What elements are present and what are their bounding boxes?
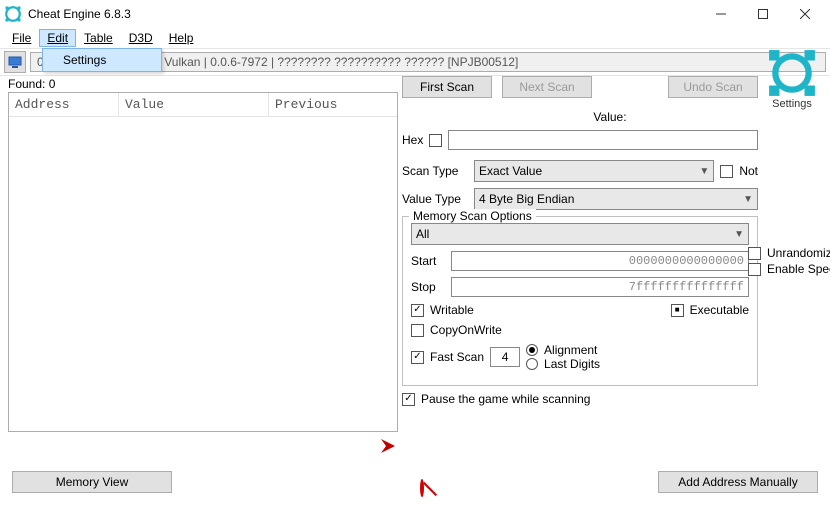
maximize-button[interactable]: [742, 0, 784, 28]
window-title: Cheat Engine 6.8.3: [28, 7, 131, 21]
speedhack-label: Enable Speedhack: [767, 262, 830, 276]
minimize-button[interactable]: [700, 0, 742, 28]
memory-scan-options-group: Memory Scan Options All▼ Start Stop Writ…: [402, 216, 758, 386]
results-table[interactable]: Address Value Previous: [8, 92, 398, 432]
fastscan-value-input[interactable]: [490, 347, 520, 367]
unrandomizer-checkbox[interactable]: [748, 247, 761, 260]
executable-label: Executable: [690, 303, 749, 317]
fastscan-checkbox[interactable]: [411, 351, 424, 364]
menu-table[interactable]: Table: [76, 29, 121, 47]
next-scan-button[interactable]: Next Scan: [502, 76, 592, 98]
chevron-down-icon: ▼: [734, 229, 744, 240]
found-count: Found: 0: [8, 76, 398, 92]
not-checkbox[interactable]: [720, 165, 733, 178]
executable-checkbox[interactable]: [671, 304, 684, 317]
writable-checkbox[interactable]: [411, 304, 424, 317]
stop-label: Stop: [411, 280, 445, 294]
memory-scan-options-label: Memory Scan Options: [409, 209, 536, 223]
chevron-down-icon: ▼: [699, 166, 709, 177]
menu-edit-settings[interactable]: Settings: [43, 49, 161, 71]
value-input[interactable]: [448, 130, 758, 150]
menu-edit[interactable]: Edit: [39, 29, 76, 47]
scan-type-select[interactable]: Exact Value▼: [474, 160, 714, 182]
alignment-label: Alignment: [544, 343, 597, 357]
unrandomizer-label: Unrandomizer: [767, 246, 830, 260]
memory-view-button[interactable]: Memory View: [12, 471, 172, 493]
not-label: Not: [739, 164, 758, 178]
col-previous[interactable]: Previous: [269, 93, 397, 116]
value-label: Value:: [593, 110, 626, 124]
menu-d3d[interactable]: D3D: [121, 29, 161, 47]
titlebar: Cheat Engine 6.8.3: [0, 0, 830, 28]
value-type-select[interactable]: 4 Byte Big Endian▼: [474, 188, 758, 210]
copyonwrite-checkbox[interactable]: [411, 324, 424, 337]
speedhack-checkbox[interactable]: [748, 263, 761, 276]
stop-input[interactable]: [451, 277, 749, 297]
memory-region-select[interactable]: All▼: [411, 223, 749, 245]
hex-label: Hex: [402, 133, 423, 147]
writable-label: Writable: [430, 303, 474, 317]
undo-scan-button[interactable]: Undo Scan: [668, 76, 758, 98]
alignment-radio[interactable]: [526, 344, 538, 356]
col-address[interactable]: Address: [9, 93, 119, 116]
start-input[interactable]: [451, 251, 749, 271]
pause-checkbox[interactable]: [402, 393, 415, 406]
fastscan-label: Fast Scan: [430, 350, 484, 364]
no-entry-icon[interactable]: [420, 479, 424, 497]
menu-help[interactable]: Help: [161, 29, 202, 47]
scan-type-label: Scan Type: [402, 164, 468, 178]
first-scan-button[interactable]: First Scan: [402, 76, 492, 98]
red-arrow-icon[interactable]: [378, 436, 398, 456]
app-icon: [4, 5, 22, 23]
pause-label: Pause the game while scanning: [421, 392, 590, 406]
edit-dropdown: Settings: [42, 48, 162, 72]
open-process-button[interactable]: [4, 51, 26, 73]
value-type-label: Value Type: [402, 192, 468, 206]
chevron-down-icon: ▼: [743, 194, 753, 205]
add-address-button[interactable]: Add Address Manually: [658, 471, 818, 493]
menu-file[interactable]: File: [4, 29, 39, 47]
menubar: File Edit Table D3D Help: [0, 28, 830, 48]
computer-icon: [8, 55, 22, 69]
copyonwrite-label: CopyOnWrite: [430, 323, 502, 337]
lastdigits-label: Last Digits: [544, 357, 600, 371]
lastdigits-radio[interactable]: [526, 358, 538, 370]
close-button[interactable]: [784, 0, 826, 28]
hex-checkbox[interactable]: [429, 134, 442, 147]
col-value[interactable]: Value: [119, 93, 269, 116]
start-label: Start: [411, 254, 445, 268]
